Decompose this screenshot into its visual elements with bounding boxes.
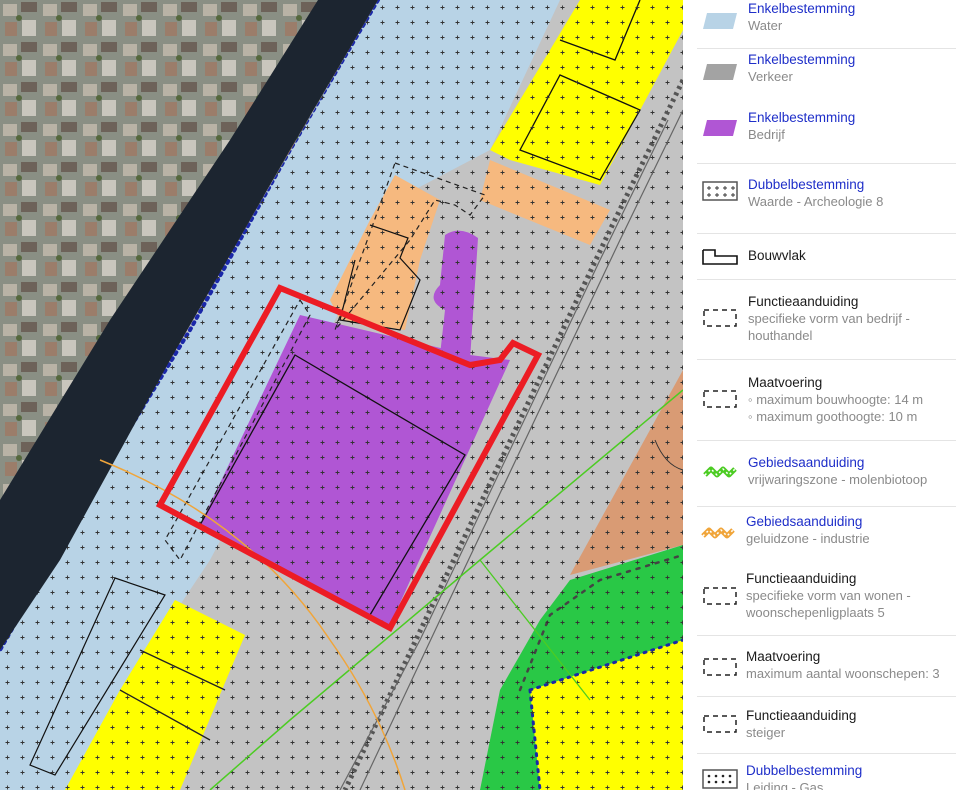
legend-title: Maatvoering — [746, 649, 821, 664]
legend-subtitle: Water — [748, 18, 783, 33]
legend-title[interactable]: Dubbelbestemming — [748, 176, 956, 193]
legend-title[interactable]: Enkelbestemming — [748, 51, 956, 68]
legend-item-aantal-woonschepen: Maatvoering maximum aantal woonschepen: … — [697, 636, 956, 697]
legend-title: Bouwvlak — [748, 248, 806, 263]
legend-item-geluidzone: Gebiedsaanduiding geluidzone - industrie — [697, 507, 956, 563]
legend-title[interactable]: Gebiedsaanduiding — [746, 513, 956, 530]
legend-subtitle: Waarde - Archeologie 8 — [748, 194, 884, 209]
legend-item-maatvoering-1: Maatvoering ◦ maximum bouwhoogte: 14 m ◦… — [697, 360, 956, 441]
legend-panel: Enkelbestemming Water Enkelbestemming Ve… — [683, 0, 978, 790]
dashed-box-icon — [703, 309, 737, 327]
legend-title[interactable]: Enkelbestemming — [748, 0, 956, 17]
legend-subtitle: ◦ maximum goothoogte: 10 m — [748, 409, 918, 424]
legend-item-houthandel: Functieaanduiding specifieke vorm van be… — [697, 280, 956, 360]
legend-item-bedrijf: Enkelbestemming Bedrijf — [697, 107, 956, 164]
legend-item-archeologie: Dubbelbestemming Waarde - Archeologie 8 — [697, 164, 956, 234]
bouwvlak-outline-icon — [702, 249, 738, 265]
legend-subtitle: vrijwaringszone - molenbiotoop — [748, 472, 928, 487]
dashed-box-icon — [703, 587, 737, 605]
legend-subtitle: steiger — [746, 725, 786, 740]
legend-title: Functieaanduiding — [746, 571, 857, 586]
legend-item-water: Enkelbestemming Water — [697, 0, 956, 49]
legend-item-steiger: Functieaanduiding steiger — [697, 697, 956, 754]
legend-subtitle: Verkeer — [748, 69, 793, 84]
legend-title: Functieaanduiding — [748, 294, 859, 309]
legend-subtitle: specifieke vorm van bedrijf - — [748, 311, 910, 326]
gas-pipeline-icon — [702, 769, 738, 789]
legend-subtitle: geluidzone - industrie — [746, 531, 870, 546]
legend-title[interactable]: Dubbelbestemming — [746, 762, 956, 779]
zoning-map[interactable] — [0, 0, 683, 790]
legend-subtitle: specifieke vorm van wonen - — [746, 588, 911, 603]
water-swatch-icon — [703, 13, 737, 29]
green-zone-line-icon — [703, 466, 737, 478]
archeologie-hatch-icon — [702, 181, 738, 201]
legend-item-bouwvlak: Bouwvlak — [697, 234, 956, 280]
legend-subtitle: ◦ maximum bouwhoogte: 14 m — [748, 392, 924, 407]
dashed-box-icon — [703, 715, 737, 733]
legend-item-molenbiotoop: Gebiedsaanduiding vrijwaringszone - mole… — [697, 441, 956, 507]
legend-title[interactable]: Gebiedsaanduiding — [748, 454, 956, 471]
legend-subtitle: maximum aantal woonschepen: 3 — [746, 666, 940, 681]
dashed-box-icon — [703, 390, 737, 408]
legend-title[interactable]: Enkelbestemming — [748, 109, 956, 126]
legend-item-gas: Dubbelbestemming Leiding - Gas — [697, 754, 956, 790]
legend-title: Functieaanduiding — [746, 708, 857, 723]
legend-subtitle: woonschepenligplaats 5 — [746, 605, 885, 620]
orange-zone-line-icon — [701, 527, 735, 539]
bedrijf-swatch-icon — [703, 120, 737, 136]
legend-subtitle: houthandel — [748, 328, 813, 343]
legend-title: Maatvoering — [748, 375, 823, 390]
legend-subtitle: Leiding - Gas — [746, 780, 824, 790]
verkeer-swatch-icon — [703, 64, 737, 80]
dashed-box-icon — [703, 658, 737, 676]
legend-item-verkeer: Enkelbestemming Verkeer — [697, 49, 956, 107]
legend-item-woonschepen: Functieaanduiding specifieke vorm van wo… — [697, 563, 956, 636]
legend-subtitle: Bedrijf — [748, 127, 785, 142]
